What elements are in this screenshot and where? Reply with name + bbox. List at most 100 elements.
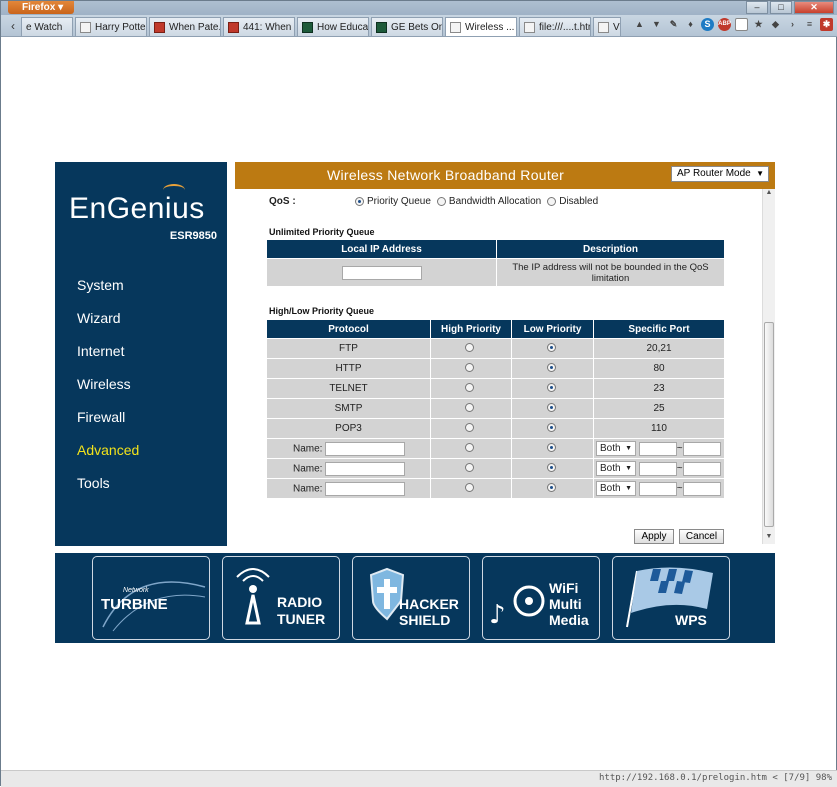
- mic-icon[interactable]: ♦: [684, 18, 697, 31]
- tab-when-pate[interactable]: When Pate...: [149, 17, 221, 36]
- option-label: Bandwidth Allocation: [448, 196, 542, 207]
- scroll-tabs-left-icon[interactable]: ‹: [11, 19, 15, 33]
- nav-item-firewall[interactable]: Firewall: [77, 407, 139, 440]
- nav-item-internet[interactable]: Internet: [77, 341, 139, 374]
- custom-name-input[interactable]: [325, 481, 406, 496]
- scrollbar-thumb[interactable]: [764, 322, 774, 527]
- high-priority-radio[interactable]: [465, 402, 474, 412]
- low-priority-radio[interactable]: [546, 462, 556, 472]
- port-from-input[interactable]: [638, 461, 677, 476]
- qos-option-disabled[interactable]: Disabled: [547, 196, 598, 207]
- qos-option-priority-queue[interactable]: Priority Queue: [355, 196, 431, 207]
- feature-network-turbine: Network TURBINE: [92, 556, 210, 640]
- bookmark-icon[interactable]: ★: [752, 18, 765, 31]
- scroll-down-icon[interactable]: ▼: [763, 533, 775, 544]
- port-cell: 110: [594, 419, 724, 438]
- close-window-button[interactable]: ✕: [794, 1, 834, 14]
- high-priority-radio[interactable]: [465, 422, 474, 432]
- low-priority-cell: [512, 379, 593, 398]
- cancel-button[interactable]: Cancel: [679, 529, 724, 544]
- skype-icon[interactable]: S: [701, 18, 714, 31]
- high-priority-cell: [431, 439, 511, 458]
- low-priority-radio[interactable]: [546, 382, 556, 392]
- low-priority-cell: [512, 399, 593, 418]
- addon-icon[interactable]: ✱: [820, 18, 833, 31]
- radio-button[interactable]: [355, 197, 364, 206]
- high-priority-radio[interactable]: [465, 442, 474, 452]
- low-priority-cell: [512, 359, 593, 378]
- tab-label: How Educat...: [317, 21, 369, 33]
- local-ip-input[interactable]: [341, 265, 422, 280]
- tab-e-watch[interactable]: e Watch: [21, 17, 73, 36]
- radio-button[interactable]: [436, 197, 446, 206]
- nav-item-system[interactable]: System: [77, 275, 139, 308]
- unlimited-queue-table: Local IP Address Description The IP addr…: [266, 239, 725, 287]
- stop-icon[interactable]: ABP: [718, 18, 731, 31]
- protocol-dropdown[interactable]: Both ▼: [596, 461, 636, 476]
- nav-item-wizard[interactable]: Wizard: [77, 308, 139, 341]
- port-cell: 20,21: [594, 339, 724, 358]
- tab-441-when[interactable]: 441: When ...: [223, 17, 295, 36]
- custom-rule-row: Name: Both ▼ ~: [267, 439, 724, 458]
- nav-item-wireless[interactable]: Wireless: [77, 374, 139, 407]
- low-priority-radio[interactable]: [546, 342, 556, 352]
- up-arrow-icon[interactable]: ▲: [633, 18, 646, 31]
- pen-icon[interactable]: ✎: [667, 18, 680, 31]
- radio-button[interactable]: [547, 197, 557, 206]
- tab-wireless[interactable]: Wireless ...✕: [445, 17, 517, 36]
- high-priority-radio[interactable]: [465, 362, 474, 372]
- nav-item-advanced[interactable]: Advanced: [77, 440, 139, 473]
- high-priority-radio[interactable]: [465, 342, 474, 352]
- chevron-right-icon[interactable]: ›: [786, 18, 799, 31]
- protocol-dropdown[interactable]: Both ▼: [596, 441, 636, 456]
- tab-harry-potter[interactable]: Harry Potte...: [75, 17, 147, 36]
- low-priority-radio[interactable]: [546, 402, 556, 412]
- port-to-input[interactable]: [682, 481, 721, 496]
- custom-name-input[interactable]: [325, 441, 406, 456]
- tab-ge-bets[interactable]: GE Bets On ...: [371, 17, 443, 36]
- scroll-up-icon[interactable]: ▲: [763, 189, 775, 200]
- low-priority-radio[interactable]: [546, 482, 556, 492]
- firefox-menu-button[interactable]: Firefox ▾: [8, 1, 74, 14]
- maximize-button[interactable]: □: [770, 1, 792, 14]
- port-from-input[interactable]: [638, 481, 677, 496]
- port-cell: Both ▼ ~: [594, 439, 724, 458]
- browser-window: Firefox ▾ – □ ✕ ‹ e Watch Harry Potte...…: [0, 0, 837, 787]
- tab-file[interactable]: file:///....t.html: [519, 17, 591, 36]
- high-priority-radio[interactable]: [465, 482, 474, 492]
- minimize-button[interactable]: –: [746, 1, 768, 14]
- down-arrow-icon[interactable]: ▼: [650, 18, 663, 31]
- low-priority-radio[interactable]: [546, 362, 556, 372]
- high-priority-radio[interactable]: [465, 462, 474, 472]
- page-icon[interactable]: [735, 18, 748, 31]
- feature-label: Media: [549, 612, 589, 628]
- content-scrollbar[interactable]: ▲ ▼: [762, 189, 775, 544]
- protocol-dropdown[interactable]: Both ▼: [596, 481, 636, 496]
- tab-how-educat[interactable]: How Educat...: [297, 17, 369, 36]
- apply-button[interactable]: Apply: [634, 529, 674, 544]
- mode-dropdown[interactable]: AP Router Mode ▼: [671, 166, 769, 182]
- tab-label: Harry Potte...: [95, 21, 146, 33]
- low-priority-radio[interactable]: [546, 442, 556, 452]
- feature-label: HACKER: [399, 596, 459, 612]
- port-from-input[interactable]: [638, 441, 677, 456]
- list-icon[interactable]: ≡: [803, 18, 816, 31]
- low-priority-cell: [512, 439, 593, 458]
- page-icon: [376, 21, 387, 33]
- port-to-input[interactable]: [682, 461, 721, 476]
- tab-label: 441: When ...: [243, 21, 294, 33]
- table-row: SMTP 25: [267, 399, 724, 418]
- feature-hacker-shield: HACKER SHIELD: [352, 556, 470, 640]
- qos-option-bandwidth-allocation[interactable]: Bandwidth Allocation: [436, 196, 542, 207]
- nav-item-tools[interactable]: Tools: [77, 473, 139, 506]
- custom-name-input[interactable]: [325, 461, 406, 476]
- protocol-dropdown-value: Both: [600, 483, 621, 494]
- column-header: Protocol: [267, 320, 430, 338]
- feature-wifi-multimedia: ♪ WiFi Multi Media: [482, 556, 600, 640]
- high-priority-radio[interactable]: [465, 382, 474, 392]
- low-priority-radio[interactable]: [546, 422, 556, 432]
- shield-icon[interactable]: ◆: [769, 18, 782, 31]
- port-cell: 80: [594, 359, 724, 378]
- tab-vin[interactable]: Vin: [593, 17, 621, 36]
- port-to-input[interactable]: [682, 441, 721, 456]
